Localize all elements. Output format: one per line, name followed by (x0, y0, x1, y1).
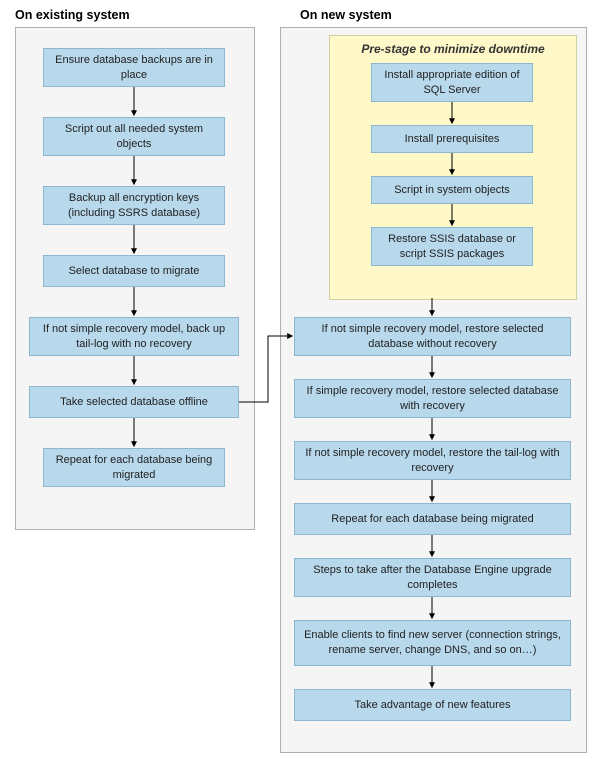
right-step-1: If not simple recovery model, restore se… (294, 317, 571, 356)
right-step-6: Enable clients to find new server (conne… (294, 620, 571, 666)
right-step-5: Steps to take after the Database Engine … (294, 558, 571, 597)
left-step-5: If not simple recovery model, back up ta… (29, 317, 239, 356)
prestage-step-2: Install prerequisites (371, 125, 533, 153)
right-column-title: On new system (300, 8, 392, 22)
right-step-4: Repeat for each database being migrated (294, 503, 571, 535)
right-step-2: If simple recovery model, restore select… (294, 379, 571, 418)
left-column-title: On existing system (15, 8, 130, 22)
prestage-title: Pre-stage to minimize downtime (330, 42, 576, 56)
left-step-3: Backup all encryption keys (including SS… (43, 186, 225, 225)
prestage-step-3: Script in system objects (371, 176, 533, 204)
prestage-step-4: Restore SSIS database or script SSIS pac… (371, 227, 533, 266)
right-step-3: If not simple recovery model, restore th… (294, 441, 571, 480)
left-step-1: Ensure database backups are in place (43, 48, 225, 87)
left-step-6: Take selected database offline (29, 386, 239, 418)
left-step-7: Repeat for each database being migrated (43, 448, 225, 487)
right-step-7: Take advantage of new features (294, 689, 571, 721)
prestage-step-1: Install appropriate edition of SQL Serve… (371, 63, 533, 102)
left-step-4: Select database to migrate (43, 255, 225, 287)
left-step-2: Script out all needed system objects (43, 117, 225, 156)
